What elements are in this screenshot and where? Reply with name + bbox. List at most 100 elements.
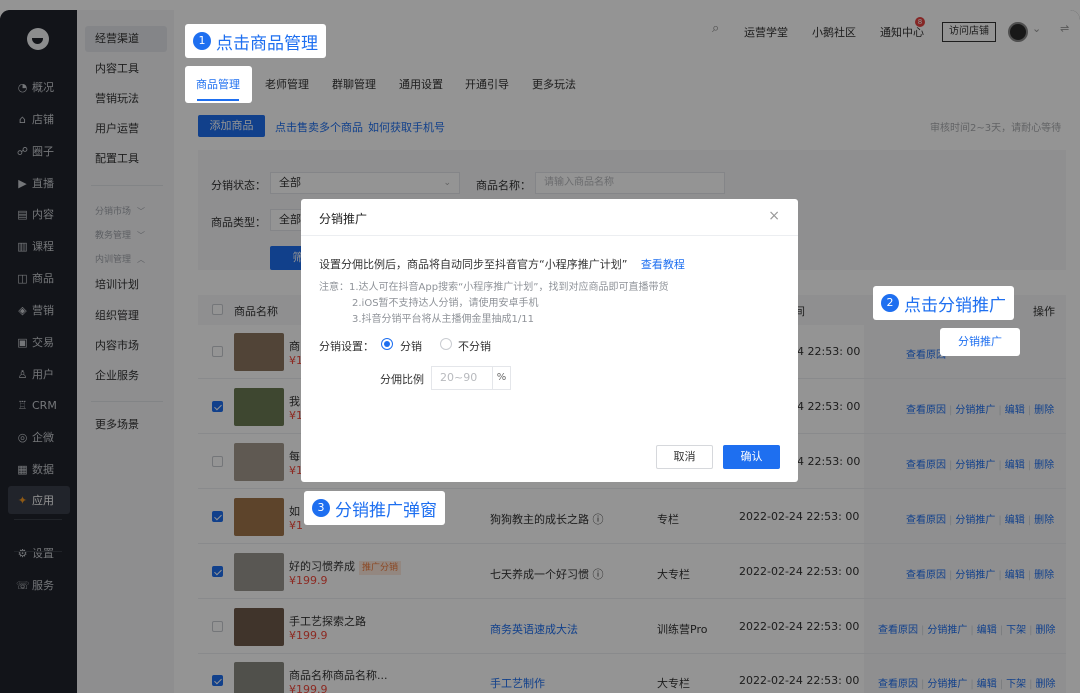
subnav-item[interactable]: 培训计划 [85,272,167,298]
confirm-button[interactable]: 确认 [723,445,780,469]
top-link-academy[interactable]: 运营学堂 [744,24,788,40]
sidebar-item[interactable]: ⌂ 店铺 [0,105,77,133]
subnav-item[interactable]: 营销玩法 [85,86,167,112]
status-select[interactable]: 全部 ⌄ [270,172,460,194]
logo-icon[interactable] [27,28,49,50]
op-link[interactable]: 分销推广 [955,405,995,416]
sidebar-item[interactable]: ◫ 商品 [0,264,77,292]
sell-multiple-link[interactable]: 点击售卖多个商品 [275,119,363,135]
subnav-item[interactable]: 经营渠道 [85,26,167,52]
tab-item[interactable]: 更多玩法 [532,76,576,92]
subnav-item[interactable]: 企业服务 [85,363,167,389]
tab-item[interactable]: 通用设置 [399,76,443,92]
get-phone-link[interactable]: 如何获取手机号 [368,119,445,135]
product-name-input[interactable]: 请输入商品名称 [535,172,725,194]
subnav-item[interactable]: 配置工具 [85,146,167,172]
op-link[interactable]: 编辑 [977,679,997,690]
linked-course[interactable]: 商务英语速成大法 [490,621,578,637]
visit-store-button[interactable]: 访问店铺 [942,22,996,42]
row-checkbox[interactable] [212,675,223,686]
op-link[interactable]: 分销推广 [927,679,967,690]
cancel-button[interactable]: 取消 [656,445,713,469]
search-icon[interactable]: ⌕ [712,21,719,36]
op-link[interactable]: 删除 [1034,570,1054,581]
product-name[interactable]: 如 [289,505,300,518]
tab-item[interactable]: 群聊管理 [332,76,376,92]
op-link[interactable]: 分销推广 [927,625,967,636]
product-name[interactable]: 我 [289,395,300,408]
op-link[interactable]: 删除 [1034,460,1054,471]
subnav-group[interactable]: 内训管理 ︿ [95,252,145,265]
op-link[interactable]: 查看原因 [906,405,946,416]
sidebar-item[interactable]: ▥ 课程 [0,232,77,260]
select-all-checkbox[interactable] [212,304,223,315]
distribution-promote-button[interactable]: 分销推广 [940,328,1020,356]
row-checkbox[interactable] [212,456,223,467]
op-link[interactable]: 下架 [1006,679,1026,690]
subnav-group[interactable]: 教务管理 ﹀ [95,228,145,241]
op-link[interactable]: 编辑 [1005,405,1025,416]
product-name[interactable]: 商品名称商品名称... [289,669,388,682]
op-link[interactable]: 查看原因 [906,460,946,471]
row-checkbox[interactable] [212,566,223,577]
sidebar-item[interactable]: ▦ 数据 [0,455,77,483]
tab-item[interactable]: 开通引导 [465,76,509,92]
product-name[interactable]: 好的习惯养成 [289,560,355,573]
add-product-button[interactable]: 添加商品 [198,115,265,137]
sidebar-item[interactable]: ⚙ 设置 [0,539,77,567]
op-link[interactable]: 删除 [1036,625,1056,636]
radio-distribute[interactable] [381,338,393,350]
row-checkbox[interactable] [212,401,223,412]
sidebar-item[interactable]: ▣ 交易 [0,328,77,356]
chevron-down-icon[interactable]: ⌄ [1032,22,1041,35]
subnav-item[interactable]: 用户运营 [85,116,167,142]
op-link[interactable]: 查看原因 [878,625,918,636]
row-checkbox[interactable] [212,346,223,357]
radio-no-distribute-label[interactable]: 不分销 [458,338,491,354]
subnav-group[interactable]: 分销市场 ﹀ [95,204,145,217]
highlight-tab-product[interactable]: 商品管理 [185,66,252,103]
op-link[interactable]: 查看原因 [906,570,946,581]
linked-course[interactable]: 手工艺制作 [490,675,545,691]
sidebar-item[interactable]: ☍ 圈子 [0,137,77,165]
sidebar-item[interactable]: ◎ 企微 [0,423,77,451]
sidebar-item[interactable]: ▤ 内容 [0,200,77,228]
op-link[interactable]: 删除 [1034,515,1054,526]
op-link[interactable]: 查看原因 [906,515,946,526]
radio-no-distribute[interactable] [440,338,452,350]
row-checkbox[interactable] [212,621,223,632]
sidebar-item[interactable]: ☏ 服务 [0,571,77,599]
close-icon[interactable]: × [768,208,780,224]
radio-distribute-label[interactable]: 分销 [400,338,422,354]
subnav-item[interactable]: 组织管理 [85,303,167,329]
view-tutorial-link[interactable]: 查看教程 [641,258,685,271]
sidebar-item[interactable]: ♙ 用户 [0,360,77,388]
sidebar-item[interactable]: ✦ 应用 [8,486,70,514]
sidebar-item[interactable]: ♖ CRM [0,391,77,419]
switch-icon[interactable]: ⇌ [1060,22,1069,35]
op-link[interactable]: 编辑 [1005,515,1025,526]
op-link[interactable]: 分销推广 [955,570,995,581]
op-link[interactable]: 删除 [1036,679,1056,690]
sidebar-item[interactable]: ▶ 直播 [0,169,77,197]
op-link[interactable]: 编辑 [977,625,997,636]
subnav-item[interactable]: 内容工具 [85,56,167,82]
avatar[interactable] [1008,22,1028,42]
op-link[interactable]: 下架 [1006,625,1026,636]
op-link[interactable]: 分销推广 [955,515,995,526]
product-name[interactable]: 每 [289,450,300,463]
sidebar-item[interactable]: ◔ 概况 [0,73,77,101]
op-link[interactable]: 删除 [1034,405,1054,416]
top-link-community[interactable]: 小鹅社区 [812,24,856,40]
sidebar-item[interactable]: ◈ 营销 [0,296,77,324]
op-link[interactable]: 查看原因 [878,679,918,690]
row-checkbox[interactable] [212,511,223,522]
op-link[interactable]: 编辑 [1005,460,1025,471]
subnav-more[interactable]: 更多场景 [85,412,167,438]
subnav-item[interactable]: 内容市场 [85,333,167,359]
product-name[interactable]: 商 [289,340,300,353]
op-link[interactable]: 编辑 [1005,570,1025,581]
tab-item[interactable]: 老师管理 [265,76,309,92]
op-link[interactable]: 分销推广 [955,460,995,471]
product-name[interactable]: 手工艺探索之路 [289,615,366,628]
